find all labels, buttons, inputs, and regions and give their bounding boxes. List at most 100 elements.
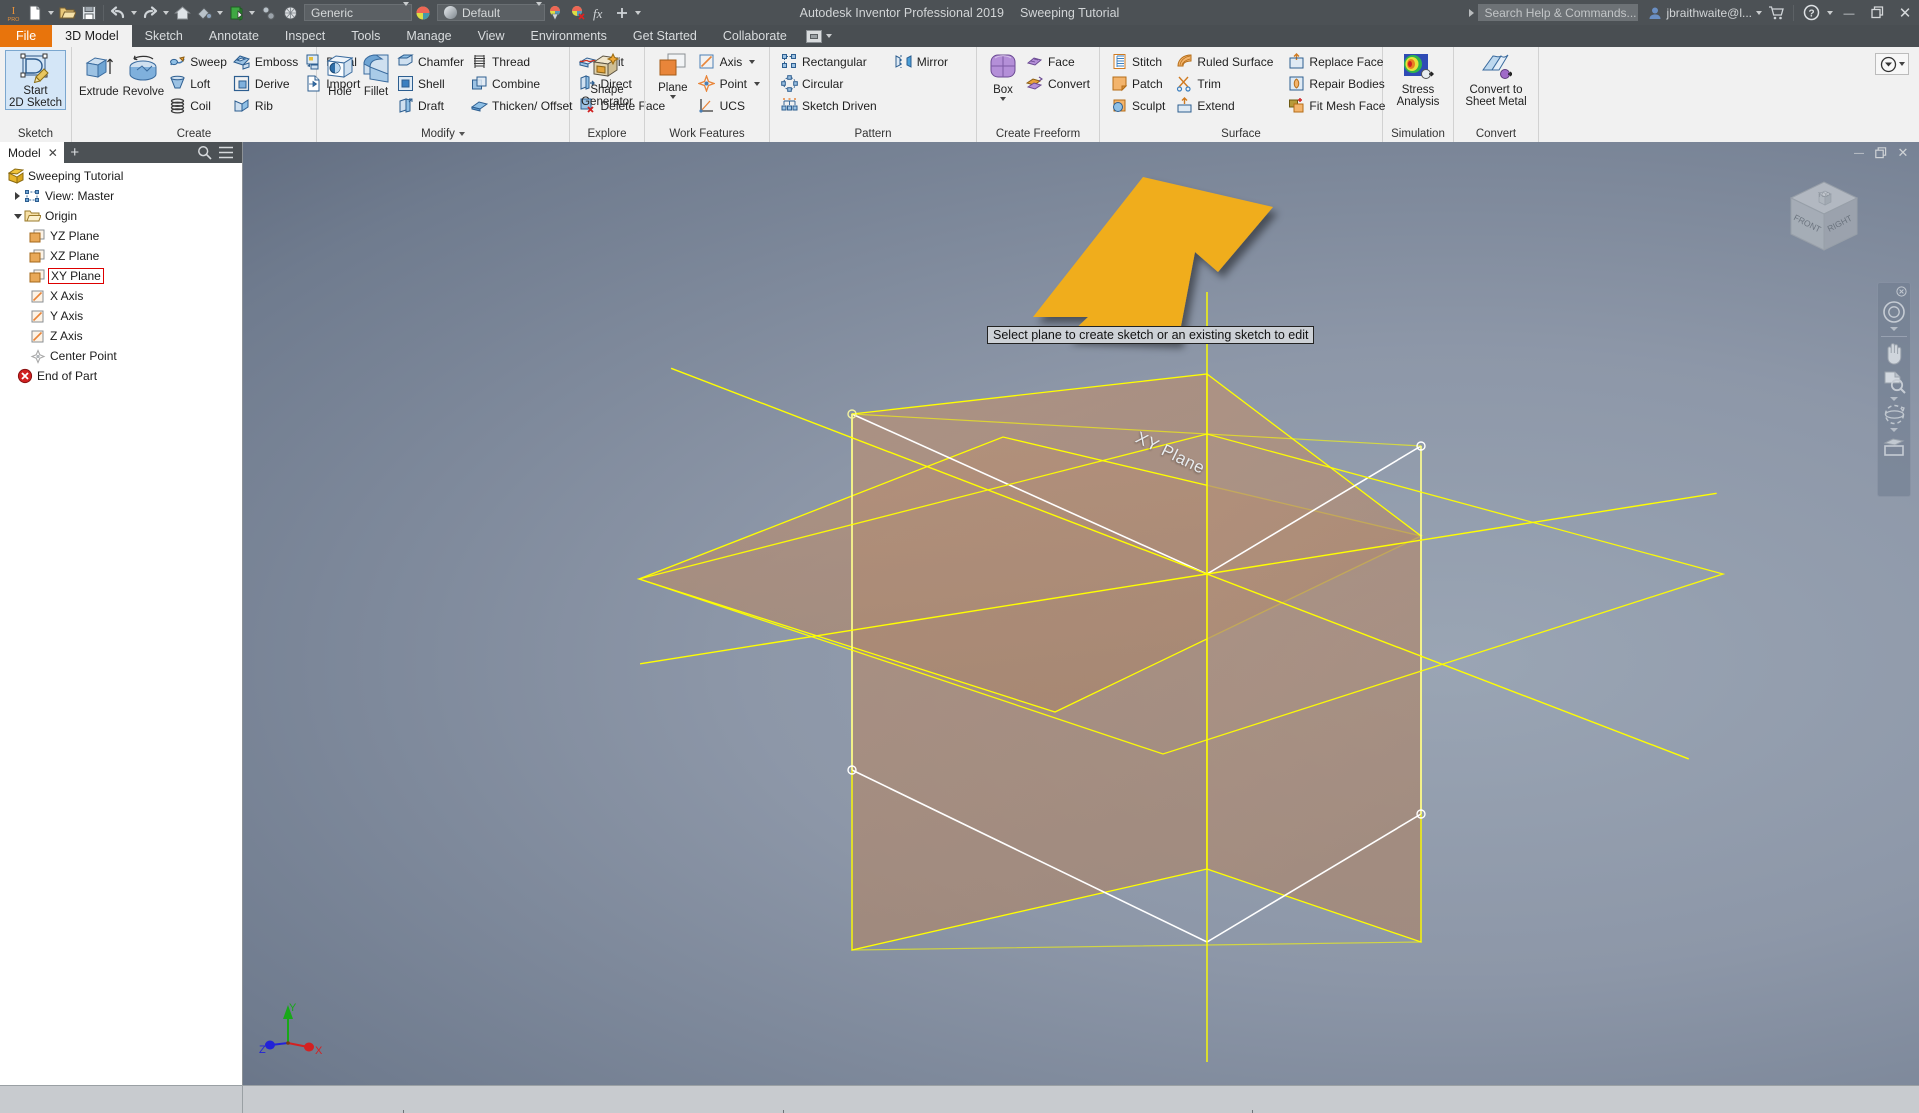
tab-tools[interactable]: Tools — [338, 25, 393, 47]
axis-button[interactable]: Axis — [696, 51, 764, 72]
start-2d-sketch-button[interactable]: Start 2D Sketch — [5, 50, 66, 110]
revolve-button[interactable]: Revolve — [121, 50, 167, 98]
emboss-button[interactable]: Emboss — [231, 51, 302, 72]
home-icon[interactable] — [171, 1, 193, 24]
appearance-combo[interactable]: Default — [437, 4, 545, 21]
shell-button[interactable]: Shell — [394, 73, 468, 94]
loft-button[interactable]: Loft — [166, 73, 231, 94]
extrude-button[interactable]: Extrude — [77, 50, 121, 98]
stitch-button[interactable]: Stitch — [1108, 51, 1169, 72]
tree-expander-open-icon[interactable] — [11, 214, 24, 219]
thread-button[interactable]: Thread — [468, 51, 576, 72]
tree-item-xz-plane[interactable]: XZ Plane — [3, 246, 242, 266]
open-file-icon[interactable] — [56, 1, 78, 24]
coil-button[interactable]: Coil — [166, 95, 231, 116]
display-settings-button[interactable] — [1875, 53, 1909, 75]
modify-panel-dropdown-icon[interactable] — [459, 132, 465, 136]
mdi-minimize-button[interactable]: — — [1849, 143, 1869, 163]
sculpt-button[interactable]: Sculpt — [1108, 95, 1169, 116]
browser-menu-icon[interactable] — [218, 146, 234, 159]
tree-item-xy-plane[interactable]: XY Plane — [3, 266, 242, 286]
point-dropdown-icon[interactable] — [754, 82, 760, 86]
tree-item-view-master[interactable]: View: Master — [3, 186, 242, 206]
cart-icon[interactable] — [1762, 0, 1790, 25]
shape-generator-button[interactable]: Shape Generator — [575, 50, 639, 108]
browser-tab-model[interactable]: Model ✕ — [0, 142, 64, 163]
tab-sketch[interactable]: Sketch — [132, 25, 196, 47]
patch-button[interactable]: Patch — [1108, 73, 1169, 94]
zoom-window-icon[interactable] — [1879, 370, 1909, 395]
hole-button[interactable]: Hole — [322, 50, 358, 98]
appearance-dropdown-icon[interactable] — [215, 1, 225, 24]
restore-button[interactable] — [1863, 0, 1891, 25]
material-combo[interactable]: Generic — [304, 4, 412, 21]
tab-manage[interactable]: Manage — [393, 25, 464, 47]
redo-icon[interactable] — [139, 1, 161, 24]
tree-item-x-axis[interactable]: X Axis — [3, 286, 242, 306]
minimize-button[interactable]: — — [1835, 0, 1863, 25]
free-orbit-icon[interactable] — [1879, 403, 1909, 426]
save-icon[interactable] — [78, 1, 100, 24]
help-icon[interactable]: ? — [1797, 0, 1825, 25]
tree-item-center-point[interactable]: Center Point — [3, 346, 242, 366]
browser-add-tab-icon[interactable]: + — [64, 142, 86, 163]
mirror-button[interactable]: Mirror — [893, 51, 952, 72]
pan-hand-icon[interactable] — [1879, 340, 1909, 366]
tree-item-yz-plane[interactable]: YZ Plane — [3, 226, 242, 246]
tab-3d-model[interactable]: 3D Model — [52, 25, 132, 47]
adjust-appearance-icon[interactable] — [545, 1, 567, 24]
steering-wheel-icon[interactable] — [1879, 299, 1909, 325]
point-button[interactable]: Point — [696, 73, 764, 94]
new-file-dropdown-icon[interactable] — [46, 1, 56, 24]
view-cube[interactable]: FRONT RIGHT TOP — [1769, 164, 1879, 274]
axis-dropdown-icon[interactable] — [749, 60, 755, 64]
tab-annotate[interactable]: Annotate — [196, 25, 272, 47]
derive-button[interactable]: Derive — [231, 73, 302, 94]
circular-pattern-button[interactable]: Circular — [778, 73, 881, 94]
material-dropdown-icon[interactable] — [247, 1, 257, 24]
navbar-close-icon[interactable] — [1896, 286, 1907, 299]
freeform-box-button[interactable]: Box — [982, 50, 1024, 101]
3d-viewport[interactable]: XY Plane Select plane to create sketch o… — [243, 142, 1919, 1085]
steering-wheel-dropdown-icon[interactable] — [1890, 327, 1898, 331]
tree-expander-closed-icon[interactable] — [11, 192, 24, 200]
freeform-face-button[interactable]: Face — [1024, 51, 1094, 72]
ucs-button[interactable]: UCS — [696, 95, 764, 116]
tab-get-started[interactable]: Get Started — [620, 25, 710, 47]
help-dropdown-icon[interactable] — [1825, 1, 1835, 24]
sweep-button[interactable]: Sweep — [166, 51, 231, 72]
qat-add-icon[interactable] — [611, 1, 633, 24]
tab-environments[interactable]: Environments — [517, 25, 619, 47]
draft-button[interactable]: Draft — [394, 95, 468, 116]
tab-view[interactable]: View — [465, 25, 518, 47]
tree-item-origin[interactable]: Origin — [3, 206, 242, 226]
undo-icon[interactable] — [107, 1, 129, 24]
repair-bodies-button[interactable]: Repair Bodies — [1285, 73, 1389, 94]
tree-item-y-axis[interactable]: Y Axis — [3, 306, 242, 326]
rectangular-pattern-button[interactable]: Rectangular — [778, 51, 881, 72]
new-file-icon[interactable] — [24, 1, 46, 24]
extend-button[interactable]: Extend — [1173, 95, 1277, 116]
tree-item-sweeping-tutorial[interactable]: Sweeping Tutorial — [3, 166, 242, 186]
sketch-driven-pattern-button[interactable]: Sketch Driven — [778, 95, 881, 116]
tab-inspect[interactable]: Inspect — [272, 25, 338, 47]
parameters-icon[interactable] — [257, 1, 279, 24]
convert-sheet-metal-button[interactable]: Convert to Sheet Metal — [1459, 50, 1533, 108]
fillet-button[interactable]: Fillet — [358, 50, 394, 98]
search-input[interactable]: Search Help & Commands... — [1478, 4, 1638, 21]
rib-button[interactable]: Rib — [231, 95, 302, 116]
undo-dropdown-icon[interactable] — [129, 1, 139, 24]
stress-analysis-button[interactable]: Stress Analysis — [1388, 50, 1448, 108]
appearance-swatch-icon[interactable] — [412, 1, 434, 24]
ribbon-display-options[interactable] — [800, 25, 838, 47]
zoom-dropdown-icon[interactable] — [1890, 397, 1898, 401]
plane-button[interactable]: Plane — [650, 50, 696, 99]
mdi-close-button[interactable]: ✕ — [1893, 143, 1913, 163]
thicken-offset-button[interactable]: Thicken/ Offset — [468, 95, 576, 116]
chamfer-button[interactable]: Chamfer — [394, 51, 468, 72]
clear-appearance-icon[interactable] — [567, 1, 589, 24]
select-icon[interactable] — [279, 1, 301, 24]
close-button[interactable]: ✕ — [1891, 0, 1919, 25]
orbit-dropdown-icon[interactable] — [1890, 428, 1898, 432]
search-icon[interactable] — [197, 145, 212, 160]
